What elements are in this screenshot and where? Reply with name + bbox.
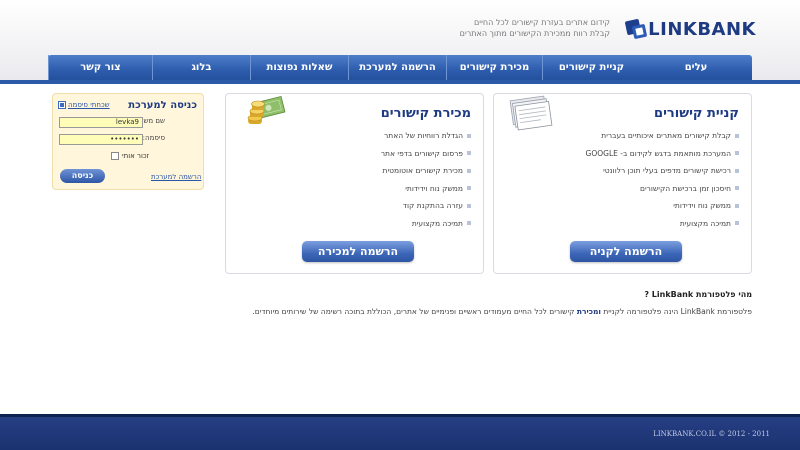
sell-links-panel: מכירת קישורים הגדלת רווחיות של האתר פרסו…	[225, 93, 484, 274]
list-item-text: ממשק נוח וידידותי	[405, 183, 463, 193]
paper-stack-icon	[509, 95, 553, 131]
about-text-part2: קישורים לכל החיים מעמודים ראשיים ופנימיי…	[252, 307, 577, 316]
about-title: מהי פלטפורמת LinkBank ?	[644, 290, 752, 299]
list-item-text: מכירת קישורים אוטומטית	[382, 166, 463, 175]
login-button[interactable]: כניסה	[60, 169, 105, 183]
list-item-text: חיסכון זמן ברכישת הקישורים	[640, 183, 731, 193]
register-link[interactable]: הרשמה למערכת	[151, 173, 201, 181]
buy-links-panel: קניית קישורים קבלת קישורים מאתרים איכותי…	[493, 93, 752, 274]
tagline: קידום אתרים בעזרת קישורים לכל החיים קבלת…	[440, 17, 610, 39]
forgot-password-link[interactable]: שכחתי סיסמה	[58, 101, 110, 109]
list-item-text: עזרה בהתקנת קוד	[402, 201, 463, 210]
list-item: רכישת קישורים מדפים בעלי תוכן רלוונטי	[586, 162, 739, 180]
list-item: הגדלת רווחיות של האתר	[381, 127, 471, 145]
list-item-text: ממשק נוח וידידותי	[673, 201, 731, 210]
remember-me-label: זכור אותי	[122, 152, 149, 160]
remember-me-checkbox[interactable]	[111, 152, 120, 160]
register-buy-button[interactable]: הרשמה לקניה	[570, 241, 682, 262]
sell-features-list: הגדלת רווחיות של האתר פרסום קישורים בדפי…	[381, 127, 471, 232]
bullet-icon	[467, 221, 471, 226]
bullet-icon	[735, 203, 739, 208]
footer: LINKBANK.CO.IL © 2012 - 2011	[0, 414, 800, 450]
bullet-icon	[467, 186, 471, 191]
password-label: סיסמה:	[142, 134, 165, 142]
list-item: מכירת קישורים אוטומטית	[381, 162, 471, 180]
nav-item-register[interactable]: הרשמה למערכת	[348, 55, 446, 81]
list-item-text: קבלת קישורים מאתרים איכותיים בעברית	[601, 131, 731, 140]
register-sell-button[interactable]: הרשמה למכירה	[302, 241, 414, 262]
nav-item-faq[interactable]: שאלות נפוצות	[250, 55, 348, 81]
tagline-line-2: קבלת רווח ממכירת הקישורים מתוך האתרים	[459, 29, 610, 38]
nav-item-buy-links[interactable]: קניית קישורים	[542, 55, 640, 81]
list-item-text: רכישת קישורים מדפים בעלי תוכן רלוונטי	[603, 166, 731, 175]
remember-me: זכור אותי	[111, 152, 149, 160]
bullet-icon	[467, 168, 471, 173]
login-box: כניסה למערכת שכחתי סיסמה שם משתמש: levka…	[52, 93, 204, 190]
list-item-text: תמיכה מקצועית	[679, 218, 731, 228]
bullet-icon	[467, 151, 471, 156]
copyright: LINKBANK.CO.IL © 2012 - 2011	[653, 430, 770, 438]
logo[interactable]: LINKBANK	[624, 14, 756, 44]
nav-item-contact[interactable]: צור קשר	[48, 55, 152, 81]
about-text-part1: פלטפורמת LinkBank הינה פלטפורמה לקניית	[600, 307, 752, 316]
nav-item-sell-links[interactable]: מכירת קישורים	[446, 55, 542, 81]
bullet-icon	[735, 133, 739, 138]
main-nav: עלים קניית קישורים מכירת קישורים הרשמה ל…	[48, 55, 752, 81]
logo-icon	[624, 18, 648, 40]
bullet-icon	[735, 168, 739, 173]
tagline-line-1: קידום אתרים בעזרת קישורים לכל החיים	[473, 18, 610, 27]
buy-panel-title: קניית קישורים	[654, 106, 739, 121]
logo-text: LINKBANK	[648, 18, 756, 40]
list-item: ממשק נוח וידידותי	[381, 180, 471, 198]
login-title: כניסה למערכת	[128, 100, 197, 111]
about-text: פלטפורמת LinkBank הינה פלטפורמה לקניית ו…	[252, 307, 752, 316]
nav-underline	[0, 80, 800, 84]
list-item-text: המערכת מותאמת בדגש לקידום ב- GOOGLE	[585, 148, 731, 158]
money-coins-icon	[247, 95, 286, 124]
bullet-icon	[467, 133, 471, 138]
sell-panel-title: מכירת קישורים	[380, 106, 471, 121]
list-item: חיסכון זמן ברכישת הקישורים	[586, 180, 739, 198]
square-bullet-icon	[58, 101, 66, 109]
list-item: ממשק נוח וידידותי	[586, 197, 739, 215]
bullet-icon	[735, 151, 739, 156]
list-item-text: תמיכה מקצועית	[411, 218, 463, 228]
nav-item-home[interactable]: עלים	[640, 55, 752, 81]
username-field[interactable]: levka9	[59, 117, 143, 128]
list-item: המערכת מותאמת בדגש לקידום ב- GOOGLE	[586, 145, 739, 163]
bullet-icon	[735, 221, 739, 226]
list-item: פרסום קישורים בדפי אתר	[381, 145, 471, 163]
password-field[interactable]: •••••••	[59, 134, 143, 145]
list-item: תמיכה מקצועית	[381, 215, 471, 233]
list-item: תמיכה מקצועית	[586, 215, 739, 233]
bullet-icon	[735, 186, 739, 191]
list-item: קבלת קישורים מאתרים איכותיים בעברית	[586, 127, 739, 145]
list-item: עזרה בהתקנת קוד	[381, 197, 471, 215]
buy-features-list: קבלת קישורים מאתרים איכותיים בעברית המער…	[586, 127, 739, 232]
list-item-text: פרסום קישורים בדפי אתר	[380, 148, 463, 158]
about-text-bold: ומכירת	[576, 307, 601, 316]
bullet-icon	[467, 203, 471, 208]
list-item-text: הגדלת רווחיות של האתר	[384, 131, 463, 140]
nav-item-blog[interactable]: בלוג	[152, 55, 250, 81]
forgot-password-label: שכחתי סיסמה	[68, 101, 110, 109]
